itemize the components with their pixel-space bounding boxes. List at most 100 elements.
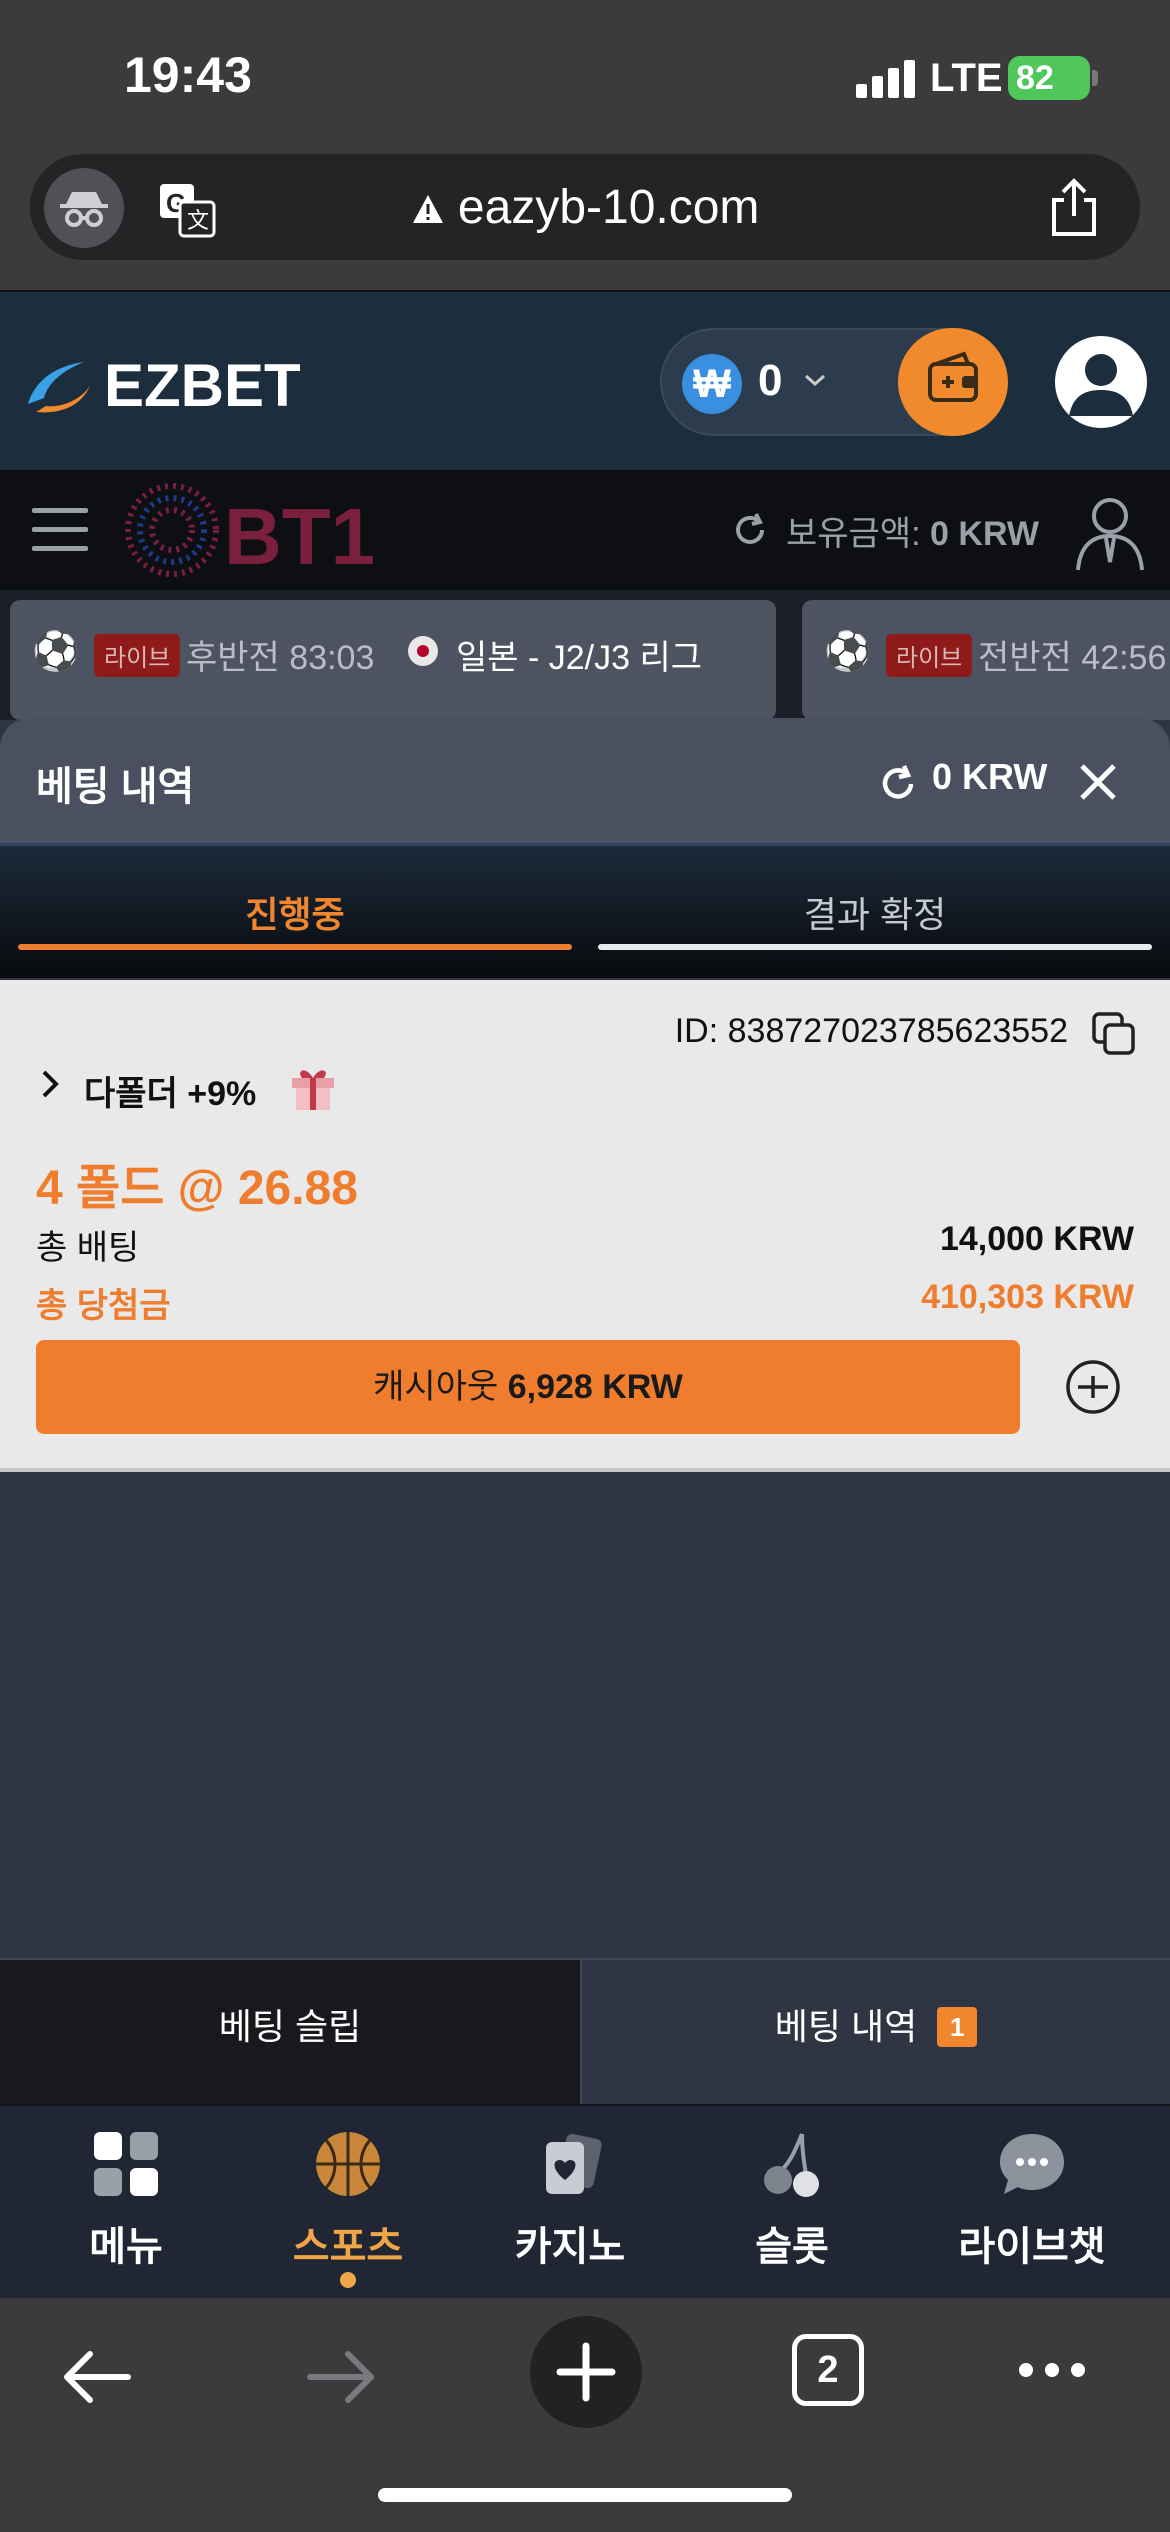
soccer-ball-icon: ⚽	[824, 631, 872, 673]
live-matches-strip: ⚽ 라이브 후반전 83:03 일본 - J2/J3 리그 ⚽ 라이브 전반전 …	[0, 590, 1170, 720]
warning-icon	[412, 195, 443, 223]
wallet-dropdown[interactable]: ₩ 0	[660, 328, 1008, 436]
won-currency-icon: ₩	[682, 354, 742, 414]
cards-icon	[536, 2130, 604, 2198]
chat-icon	[998, 2130, 1066, 2198]
count-badge: 1	[937, 2007, 978, 2048]
tabs-button[interactable]: 2	[792, 2334, 864, 2406]
nav-label: 슬롯	[755, 2225, 829, 2269]
nav-slots[interactable]: 슬롯	[692, 2122, 892, 2292]
nav-sports[interactable]: 스포츠	[248, 2122, 448, 2292]
sportsbook-bar: BT1 보유금액: 0 KRW	[0, 470, 1170, 590]
basketball-icon	[314, 2130, 382, 2198]
tab-indicator	[598, 944, 1152, 950]
network-label: LTE	[930, 56, 1003, 100]
logo-text: EZBET	[104, 352, 301, 416]
deposit-button[interactable]	[898, 328, 1008, 436]
nav-label: 카지노	[514, 2225, 626, 2269]
total-win-label: 총 당첨금	[36, 1287, 171, 1325]
balance-label: 보유금액:	[786, 515, 921, 553]
chevron-right-icon[interactable]	[38, 1066, 64, 1102]
nav-label: 라이브챗	[958, 2225, 1106, 2269]
new-tab-button[interactable]	[530, 2316, 642, 2428]
match-time: 후반전 83:03	[186, 639, 375, 677]
balance-text: 보유금액: 0 KRW	[786, 506, 1039, 555]
url-text[interactable]: eazyb-10.com	[30, 180, 1140, 235]
nav-live-chat[interactable]: 라이브챗	[932, 2122, 1132, 2292]
empty-area	[0, 1472, 1170, 1958]
grid-icon	[92, 2130, 160, 2198]
wallet-amount: 0	[758, 356, 783, 405]
betslip-tabs: 베팅 슬립 베팅 내역 1	[0, 1958, 1170, 2106]
battery-icon: 82	[1008, 56, 1090, 100]
hamburger-menu-icon[interactable]	[32, 508, 88, 552]
home-indicator	[378, 2488, 792, 2502]
soccer-ball-icon: ⚽	[32, 631, 80, 673]
cashout-value: 6,928 KRW	[507, 1368, 683, 1406]
chevron-down-icon	[802, 364, 828, 398]
live-match-card[interactable]: ⚽ 라이브 후반전 83:03 일본 - J2/J3 리그	[10, 600, 776, 720]
site-bottom-nav: 메뉴 스포츠 카지노 슬롯 라이브챗	[0, 2104, 1170, 2298]
bet-history-panel-header: 베팅 내역 0 KRW	[0, 718, 1170, 843]
browser-toolbar: G文 eazyb-10.com	[0, 150, 1170, 290]
active-dot	[340, 2272, 356, 2288]
user-avatar-icon	[1069, 354, 1133, 416]
gift-icon	[288, 1062, 338, 1112]
live-badge: 라이브	[94, 634, 181, 677]
tab-settled[interactable]: 결과 확정	[590, 886, 1160, 938]
close-icon[interactable]	[1074, 758, 1122, 806]
share-icon[interactable]	[1048, 178, 1100, 238]
live-match-card[interactable]: ⚽ 라이브 전반전 42:56	[802, 600, 1170, 720]
cashout-button[interactable]: 캐시아웃 6,928 KRW	[36, 1340, 1020, 1434]
bet-history-tabs: 진행중 결과 확정	[0, 843, 1170, 978]
battery-level: 82	[1016, 59, 1054, 97]
nav-label: 스포츠	[292, 2225, 404, 2269]
plus-icon	[556, 2342, 616, 2402]
total-win-value: 410,303 KRW	[921, 1278, 1134, 1316]
wallet-plus-icon	[928, 351, 978, 402]
bet-card: ID: 838727023785623552 다폴더 +9% 4 폴드 @ 26…	[0, 980, 1170, 1472]
nav-menu[interactable]: 메뉴	[26, 2122, 226, 2292]
panel-title: 베팅 내역	[36, 765, 195, 809]
refresh-icon[interactable]	[730, 510, 770, 550]
nav-casino[interactable]: 카지노	[470, 2122, 670, 2292]
bet-folds-odds: 4 폴드 @ 26.88	[36, 1162, 358, 1215]
address-bar[interactable]: G文 eazyb-10.com	[30, 154, 1140, 260]
back-arrow-icon[interactable]	[60, 2342, 134, 2412]
battery-tip	[1092, 70, 1098, 86]
site-header: EZBET ₩ 0	[0, 290, 1170, 470]
live-badge: 라이브	[886, 634, 973, 677]
total-bet-value: 14,000 KRW	[939, 1220, 1134, 1258]
signal-icon	[856, 58, 916, 98]
total-bet-label: 총 배팅	[36, 1229, 140, 1267]
bt1-text: BT1	[224, 492, 374, 580]
status-bar: 19:43 LTE 82	[0, 0, 1170, 150]
refresh-icon[interactable]	[876, 762, 920, 806]
bt1-logo: BT1	[124, 480, 375, 581]
profile-avatar[interactable]	[1055, 336, 1147, 428]
ezbet-logo[interactable]: EZBET	[24, 352, 374, 419]
tab-in-progress[interactable]: 진행중	[10, 886, 580, 938]
forward-arrow-icon[interactable]	[304, 2342, 378, 2412]
account-icon[interactable]	[1072, 492, 1148, 572]
more-icon[interactable]	[1016, 2360, 1088, 2380]
copy-icon[interactable]	[1092, 1012, 1136, 1056]
nav-label: 메뉴	[89, 2225, 163, 2269]
league-name: 일본 - J2/J3 리그	[456, 639, 703, 677]
panel-balance: 0 KRW	[932, 756, 1048, 797]
match-time: 전반전 42:56	[978, 639, 1167, 677]
partial-cashout-icon[interactable]	[1064, 1358, 1122, 1416]
tab-bet-history[interactable]: 베팅 내역 1	[580, 1960, 1170, 2106]
cherry-icon	[758, 2130, 826, 2198]
bet-slip-label: 베팅 슬립	[218, 2006, 362, 2047]
japan-flag-icon	[408, 636, 438, 666]
tab-active-indicator	[18, 944, 572, 950]
cashout-label: 캐시아웃	[373, 1368, 499, 1406]
bet-history-label: 베팅 내역	[774, 2006, 918, 2047]
tab-bet-slip[interactable]: 베팅 슬립	[0, 1960, 580, 2106]
balance-value: 0 KRW	[930, 515, 1039, 553]
status-time: 19:43	[124, 47, 252, 103]
url-label: eazyb-10.com	[457, 181, 760, 234]
bet-id: ID: 838727023785623552	[674, 1012, 1068, 1050]
bet-type[interactable]: 다폴더 +9%	[84, 1066, 256, 1115]
